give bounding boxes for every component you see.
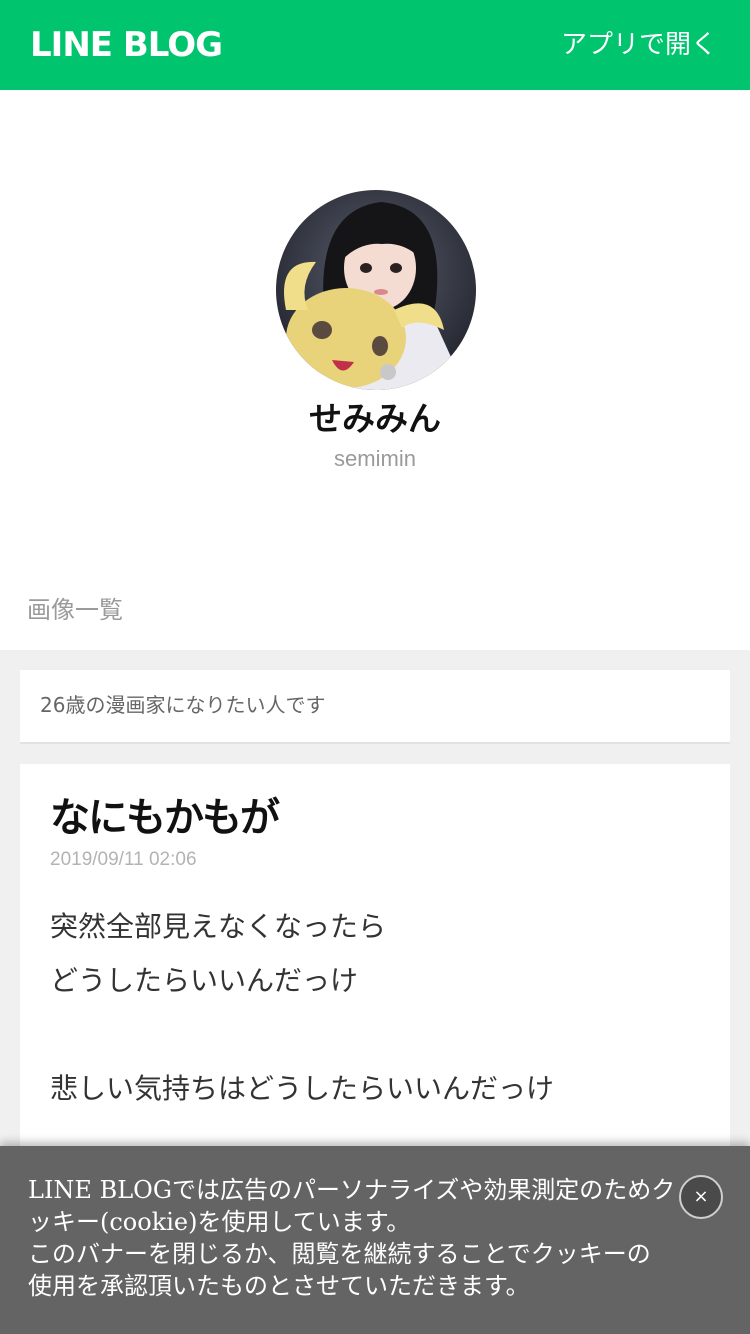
cookie-notice-line: このバナーを閉じるか、閲覧を継続することでクッキーの <box>28 1240 651 1268</box>
post-card: なにもかもが 2019/09/11 02:06 突然全部見えなくなったら どうし… <box>20 764 730 1164</box>
post-body-line: 突然全部見えなくなったら <box>50 910 387 943</box>
profile-section: せみみん semimin 画像一覧 <box>0 90 750 650</box>
cookie-notice-line: LINE BLOGでは広告のパーソナライズや効果測定のためク <box>28 1176 676 1204</box>
cookie-notice-text: LINE BLOGでは広告のパーソナライズや効果測定のためク ッキー(cooki… <box>28 1174 676 1302</box>
profile-id: semimin <box>334 446 416 471</box>
image-list-link[interactable]: 画像一覧 <box>27 592 123 628</box>
post-body-line: どうしたらいいんだっけ <box>50 964 359 997</box>
close-icon[interactable]: × <box>679 1175 723 1219</box>
avatar[interactable] <box>276 190 476 390</box>
open-in-app-link[interactable]: アプリで開く <box>561 27 717 63</box>
blog-description-card: 26歳の漫画家になりたい人です <box>20 670 730 744</box>
cookie-banner: LINE BLOGでは広告のパーソナライズや効果測定のためク ッキー(cooki… <box>0 1146 750 1334</box>
post-date: 2019/09/11 02:06 <box>50 849 197 870</box>
cookie-notice-line: ッキー(cookie)を使用しています。 <box>28 1208 411 1236</box>
post-title[interactable]: なにもかもが <box>50 792 280 844</box>
post-body: 突然全部見えなくなったら どうしたらいいんだっけ 悲しい気持ちはどうしたらいいん… <box>50 900 700 1116</box>
blog-description: 26歳の漫画家になりたい人です <box>40 693 326 717</box>
line-blog-logo[interactable]: LINE BLOG <box>30 23 223 67</box>
post-body-line <box>50 1008 700 1062</box>
avatar-photo <box>276 190 476 390</box>
cookie-notice-line: 使用を承認頂いたものとさせていただきます。 <box>28 1272 530 1300</box>
post-body-line: 悲しい気持ちはどうしたらいいんだっけ <box>50 1072 555 1105</box>
app-header: LINE BLOG アプリで開く <box>0 0 750 90</box>
profile-name: せみみん <box>309 399 441 438</box>
